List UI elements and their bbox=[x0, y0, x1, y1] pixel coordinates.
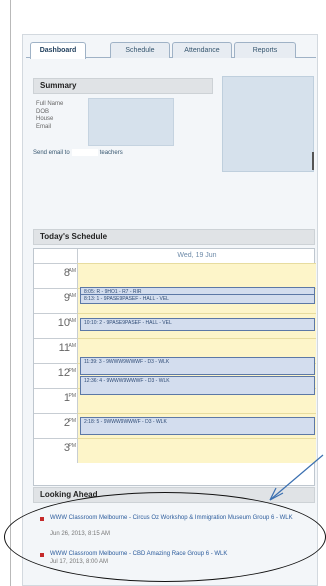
tab-dashboard[interactable]: Dashboard bbox=[30, 42, 86, 59]
photo-edge-mark bbox=[312, 152, 314, 170]
time-slot[interactable] bbox=[77, 438, 316, 463]
hour-ampm: PM bbox=[68, 393, 77, 399]
hour-12pm: 12 PM bbox=[34, 363, 77, 388]
tab-schedule[interactable]: Schedule bbox=[110, 42, 170, 58]
hour-10am: 10 AM bbox=[34, 313, 77, 338]
hour-ampm: AM bbox=[68, 343, 77, 349]
field-label-full-name: Full Name bbox=[36, 101, 64, 107]
field-label-email: Email bbox=[36, 123, 52, 130]
hour-ampm: PM bbox=[68, 368, 77, 374]
summary-field-labels: Full Name DOB House Email bbox=[36, 101, 63, 131]
schedule-event[interactable]: 12:36: 4 - 9WWW9WWWF - D3 - WLK bbox=[80, 376, 315, 395]
field-label-dob: DOB bbox=[36, 108, 50, 115]
hour-11am: 11 AM bbox=[34, 338, 77, 363]
field-label-house: House bbox=[36, 116, 54, 122]
time-slot[interactable] bbox=[77, 263, 316, 288]
tab-attendance[interactable]: Attendance bbox=[172, 42, 232, 58]
day-calendar: Wed, 19 Jun 8 AM 9 AM 10 AM 11 AM 12 PM 1 PM 2… bbox=[33, 248, 316, 486]
hour-ampm: AM bbox=[68, 268, 77, 274]
left-border-rule bbox=[10, 0, 11, 586]
calendar-day-label: Wed, 19 Jun bbox=[77, 249, 316, 263]
student-photo bbox=[222, 76, 314, 172]
hour-2pm: 2 PM bbox=[34, 413, 77, 438]
hour-ampm: AM bbox=[68, 318, 77, 324]
hour-ampm: PM bbox=[68, 418, 77, 424]
hour-3pm: 3 PM bbox=[34, 438, 77, 463]
summary-header: Summary bbox=[33, 78, 213, 94]
annotation-ellipse bbox=[4, 492, 326, 582]
hour-ampm: AM bbox=[68, 293, 77, 299]
tab-bar: Dashboard Schedule Attendance Reports bbox=[26, 42, 316, 59]
hour-9am: 9 AM bbox=[34, 288, 77, 313]
hour-ampm: PM bbox=[68, 443, 77, 449]
schedule-event[interactable]: 11:39: 3 - 9WWW9WWWF - D3 - WLK bbox=[80, 357, 315, 375]
send-email-prefix: Send email to bbox=[33, 150, 70, 157]
hour-8am: 8 AM bbox=[34, 263, 77, 288]
tab-reports[interactable]: Reports bbox=[234, 42, 296, 58]
summary-info-box bbox=[88, 98, 174, 146]
send-email-blank bbox=[71, 149, 98, 156]
hour-1pm: 1 PM bbox=[34, 388, 77, 413]
send-email-link[interactable]: Send email to teachers bbox=[33, 149, 123, 156]
schedule-event[interactable]: 2:18: 5 - 9WWW9WWWF - D3 - WLK bbox=[80, 417, 315, 435]
schedule-event[interactable]: 8:13: 1 - 9PASE9PASEF - HALL - VEL bbox=[80, 294, 315, 304]
schedule-header: Today's Schedule bbox=[33, 229, 315, 245]
send-email-suffix: teachers bbox=[99, 150, 123, 157]
schedule-event[interactable]: 10:10: 2 - 9PASE9PASEF - HALL - VEL bbox=[80, 318, 315, 331]
